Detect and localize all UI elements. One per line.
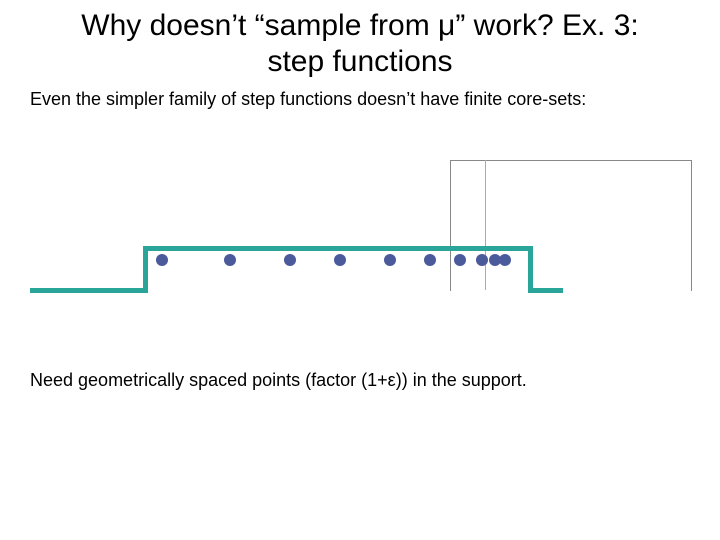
step-baseline-right [528, 288, 563, 293]
slide-title: Why doesn’t “sample from μ” work? Ex. 3:… [0, 0, 720, 80]
title-line-1: Why doesn’t “sample from μ” work? Ex. 3: [81, 9, 638, 42]
data-dot [224, 254, 236, 266]
step-top [143, 246, 533, 251]
axis-tick [485, 160, 486, 290]
data-dot [454, 254, 466, 266]
title-line-2: step functions [267, 45, 452, 78]
data-dot [424, 254, 436, 266]
step-drop-right [528, 248, 533, 293]
data-dot [334, 254, 346, 266]
slide: Why doesn’t “sample from μ” work? Ex. 3:… [0, 0, 720, 540]
data-dot [499, 254, 511, 266]
step-function-figure [30, 160, 690, 330]
axis-box [450, 160, 692, 291]
closing-text: Need geometrically spaced points (factor… [30, 370, 690, 391]
step-rise-left [143, 248, 148, 293]
data-dot [476, 254, 488, 266]
data-dot [384, 254, 396, 266]
data-dot [284, 254, 296, 266]
data-dot [156, 254, 168, 266]
body-text-1: Even the simpler family of step function… [0, 80, 720, 111]
step-baseline-left [30, 288, 145, 293]
